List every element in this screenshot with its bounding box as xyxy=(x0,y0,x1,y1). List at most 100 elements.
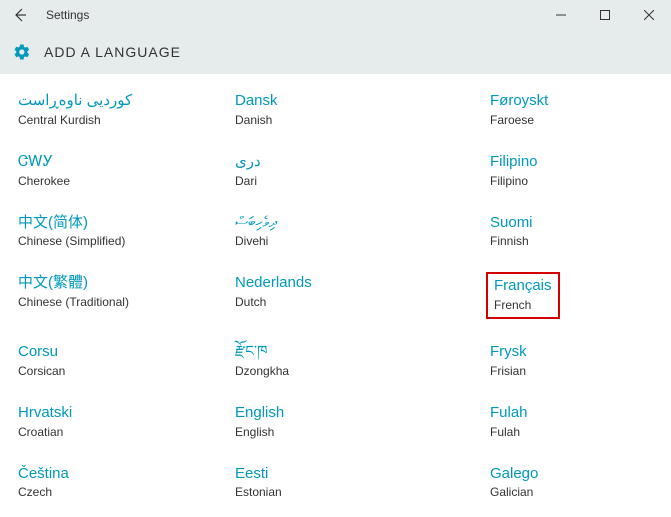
language-native-name: Français xyxy=(494,277,552,296)
language-cell: Dansk Danish xyxy=(231,90,440,129)
language-cell: ދިވެހިބަސްDivehi xyxy=(231,212,440,251)
language-cell: ᏣᎳᎩ Cherokee xyxy=(14,151,223,190)
language-cell: Fulah Fulah xyxy=(448,402,657,441)
language-item[interactable]: Dansk Danish xyxy=(231,90,440,129)
language-english-name: Dari xyxy=(235,174,436,188)
language-english-name: Estonian xyxy=(235,485,436,499)
language-native-name: Føroyskt xyxy=(490,92,653,111)
language-item[interactable]: Nederlands Dutch xyxy=(231,272,440,311)
language-item[interactable]: Corsu Corsican xyxy=(14,341,223,380)
settings-gear-icon xyxy=(12,42,32,62)
language-native-name: Filipino xyxy=(490,153,653,172)
language-cell: SuomiFinnish xyxy=(448,212,657,251)
language-cell: 中文(简体)Chinese (Simplified) xyxy=(14,212,223,251)
language-english-name: Divehi xyxy=(235,234,436,248)
language-cell: EestiEstonian xyxy=(231,463,440,502)
language-english-name: Czech xyxy=(18,485,219,499)
language-english-name: Dzongkha xyxy=(235,364,436,378)
language-cell: Français French xyxy=(448,272,657,319)
language-cell: درى Dari xyxy=(231,151,440,190)
language-grid: کوردیی ناوەڕاست Central Kurdish Dansk Danis… xyxy=(14,90,657,501)
language-cell: 中文(繁體) Chinese (Traditional) xyxy=(14,272,223,319)
arrow-left-icon xyxy=(12,7,28,23)
language-native-name: ᏣᎳᎩ xyxy=(18,153,219,172)
page-header: ADD A LANGUAGE xyxy=(0,30,671,74)
maximize-icon xyxy=(600,10,610,20)
back-button[interactable] xyxy=(8,3,32,27)
language-english-name: Galician xyxy=(490,485,653,499)
language-native-name: Frysk xyxy=(490,343,653,362)
language-native-name: ދިވެހިބަސް xyxy=(235,214,436,233)
language-native-name: རྫོང་ཁ xyxy=(235,343,436,362)
language-native-name: 中文(繁體) xyxy=(18,274,219,293)
language-cell: English English xyxy=(231,402,440,441)
language-english-name: Danish xyxy=(235,113,436,127)
language-english-name: French xyxy=(494,298,552,312)
language-cell: Filipino Filipino xyxy=(448,151,657,190)
language-english-name: Faroese xyxy=(490,113,653,127)
language-english-name: Frisian xyxy=(490,364,653,378)
language-native-name: Eesti xyxy=(235,465,436,484)
language-cell: کوردیی ناوەڕاست Central Kurdish xyxy=(14,90,223,129)
language-item[interactable]: 中文(繁體) Chinese (Traditional) xyxy=(14,272,223,311)
language-english-name: English xyxy=(235,425,436,439)
window-title: Settings xyxy=(46,8,89,22)
language-english-name: Dutch xyxy=(235,295,436,309)
language-english-name: Filipino xyxy=(490,174,653,188)
titlebar: Settings xyxy=(0,0,671,30)
language-item[interactable]: Frysk Frisian xyxy=(486,341,657,380)
titlebar-left: Settings xyxy=(8,3,89,27)
language-item[interactable]: ČeštinaCzech xyxy=(14,463,223,502)
language-cell: Føroyskt Faroese xyxy=(448,90,657,129)
language-item[interactable]: درى Dari xyxy=(231,151,440,190)
language-english-name: Cherokee xyxy=(18,174,219,188)
language-cell: Nederlands Dutch xyxy=(231,272,440,319)
language-item[interactable]: Føroyskt Faroese xyxy=(486,90,657,129)
language-english-name: Corsican xyxy=(18,364,219,378)
minimize-icon xyxy=(556,10,566,20)
language-item[interactable]: Français French xyxy=(486,272,560,319)
language-item[interactable]: 中文(简体)Chinese (Simplified) xyxy=(14,212,223,251)
language-native-name: کوردیی ناوەڕاست xyxy=(18,92,219,111)
minimize-button[interactable] xyxy=(539,0,583,30)
language-item[interactable]: EestiEstonian xyxy=(231,463,440,502)
language-item[interactable]: རྫོང་ཁ Dzongkha xyxy=(231,341,440,380)
language-cell: ČeštinaCzech xyxy=(14,463,223,502)
language-cell: Frysk Frisian xyxy=(448,341,657,380)
language-native-name: Dansk xyxy=(235,92,436,111)
language-cell: རྫོང་ཁ Dzongkha xyxy=(231,341,440,380)
language-native-name: English xyxy=(235,404,436,423)
language-cell: Corsu Corsican xyxy=(14,341,223,380)
language-item[interactable]: Fulah Fulah xyxy=(486,402,657,441)
language-cell: HrvatskiCroatian xyxy=(14,402,223,441)
language-native-name: درى xyxy=(235,153,436,172)
maximize-button[interactable] xyxy=(583,0,627,30)
language-english-name: Finnish xyxy=(490,234,653,248)
window-controls xyxy=(539,0,671,30)
language-native-name: Galego xyxy=(490,465,653,484)
language-english-name: Chinese (Simplified) xyxy=(18,234,219,248)
language-item[interactable]: GalegoGalician xyxy=(486,463,657,502)
close-icon xyxy=(644,10,654,20)
language-native-name: Čeština xyxy=(18,465,219,484)
language-cell: GalegoGalician xyxy=(448,463,657,502)
language-english-name: Fulah xyxy=(490,425,653,439)
page-title: ADD A LANGUAGE xyxy=(44,44,181,60)
language-item[interactable]: HrvatskiCroatian xyxy=(14,402,223,441)
language-native-name: Suomi xyxy=(490,214,653,233)
language-item[interactable]: کوردیی ناوەڕاست Central Kurdish xyxy=(14,90,223,129)
language-native-name: Hrvatski xyxy=(18,404,219,423)
close-button[interactable] xyxy=(627,0,671,30)
language-native-name: 中文(简体) xyxy=(18,214,219,233)
language-native-name: Nederlands xyxy=(235,274,436,293)
language-item[interactable]: ᏣᎳᎩ Cherokee xyxy=(14,151,223,190)
content-area: کوردیی ناوەڕاست Central Kurdish Dansk Danis… xyxy=(0,74,671,517)
language-item[interactable]: SuomiFinnish xyxy=(486,212,657,251)
language-item[interactable]: English English xyxy=(231,402,440,441)
language-english-name: Chinese (Traditional) xyxy=(18,295,219,309)
language-item[interactable]: ދިވެހިބަސްDivehi xyxy=(231,212,440,251)
language-item[interactable]: Filipino Filipino xyxy=(486,151,657,190)
language-native-name: Corsu xyxy=(18,343,219,362)
language-native-name: Fulah xyxy=(490,404,653,423)
language-english-name: Central Kurdish xyxy=(18,113,219,127)
